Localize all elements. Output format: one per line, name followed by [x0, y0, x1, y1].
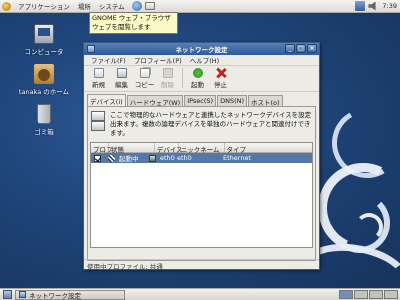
close-button[interactable]: ×: [307, 44, 317, 53]
delete-icon: [162, 68, 173, 78]
delete-button-label: 削除: [161, 81, 174, 89]
menu-help[interactable]: ヘルプ(H): [186, 55, 223, 65]
network-devices-icon: [91, 111, 105, 131]
edit-button-label: 編集: [115, 81, 128, 89]
table-header: プロフ 状態 デバイス ニックネーム タイプ: [91, 143, 313, 154]
edit-button[interactable]: 編集: [110, 68, 133, 89]
delete-button[interactable]: 削除: [156, 68, 179, 89]
workspace-switcher: [339, 290, 398, 299]
show-desktop-icon[interactable]: [3, 290, 12, 299]
tab-ipsec[interactable]: IPsec(S): [184, 95, 217, 106]
desktop-icon-home[interactable]: tanaka のホーム: [14, 64, 74, 96]
column-header-device[interactable]: デバイス: [155, 143, 183, 154]
launcher-tooltip: GNOME ウェブ・ブラウザ ウェブを閲覧します: [89, 12, 178, 34]
desktop-icon-label: ゴミ箱: [34, 128, 54, 136]
new-icon: [93, 68, 104, 78]
table-row[interactable]: 起動中 eth0 eth0 Ethernet: [91, 153, 312, 163]
tooltip-text: GNOME ウェブ・ブラウザ ウェブを閲覧します: [92, 14, 171, 31]
desktop-icon-label: tanaka のホーム: [18, 88, 70, 96]
workspace-3[interactable]: [369, 290, 383, 299]
menu-profile[interactable]: プロフィール(P): [130, 55, 186, 65]
profile-checkbox[interactable]: [94, 154, 101, 162]
mail-launcher-icon[interactable]: [144, 2, 155, 10]
taskbar-button-label: ネットワーク設定: [29, 291, 81, 300]
type-cell: Ethernet: [223, 154, 251, 162]
taskbar-button-network-settings[interactable]: ネットワーク設定: [15, 289, 125, 300]
activate-button-label: 起動: [191, 81, 204, 89]
copy-button-label: コピー: [134, 81, 155, 89]
column-header-status[interactable]: 状態: [109, 143, 155, 154]
status-cell: 起動中: [119, 155, 139, 163]
toolbar-separator: [182, 68, 183, 88]
window-titlebar[interactable]: ネットワーク設定 _ □ ×: [84, 43, 319, 55]
nickname-cell: eth0: [177, 154, 192, 162]
activate-icon: [192, 68, 203, 78]
home-folder-icon: [34, 64, 54, 84]
tab-devices[interactable]: デバイス(i): [87, 94, 126, 106]
deactivate-icon: [215, 68, 226, 78]
notification-area: 7:39: [355, 1, 397, 11]
column-header-profile[interactable]: プロフ: [91, 143, 113, 154]
menu-places[interactable]: 場所: [74, 1, 95, 11]
bottom-panel: ネットワーク設定: [0, 288, 400, 300]
gnome-foot-icon[interactable]: [2, 1, 11, 11]
devices-panel: ここで物理的なハードウェアと連携したネットワークデバイスを設定出来ます。複数の論…: [87, 106, 316, 261]
window-statusbar: 使用中プロファイル: 共通: [84, 259, 319, 271]
swirl-decoration: [355, 213, 383, 241]
device-table: プロフ 状態 デバイス ニックネーム タイプ 起動中 eth0 eth0 Eth…: [90, 142, 313, 248]
network-status-icon[interactable]: [355, 1, 366, 11]
description-text: ここで物理的なハードウェアと連携したネットワークデバイスを設定出来ます。複数の論…: [110, 111, 312, 137]
clock[interactable]: 7:39: [382, 2, 397, 10]
column-header-nickname[interactable]: ニックネーム: [179, 143, 225, 154]
tab-dns[interactable]: DNS(N): [217, 95, 248, 106]
copy-button[interactable]: コピー: [133, 68, 156, 89]
activate-button[interactable]: 起動: [186, 68, 209, 89]
menu-system[interactable]: システム: [95, 1, 129, 11]
workspace-4[interactable]: [384, 290, 398, 299]
volume-icon[interactable]: [368, 1, 376, 11]
trash-icon: [37, 104, 51, 124]
desktop-icon-trash[interactable]: ゴミ箱: [14, 104, 74, 136]
tab-bar: デバイス(i) ハードウェア(W) IPsec(S) DNS(N) ホスト(o): [84, 92, 319, 107]
web-browser-launcher-icon[interactable]: [131, 1, 142, 11]
maximize-button[interactable]: □: [296, 44, 306, 53]
minimize-button[interactable]: _: [285, 44, 295, 53]
column-header-type[interactable]: タイプ: [225, 143, 313, 154]
desktop-icon-label: コンピュータ: [24, 48, 64, 56]
new-button[interactable]: 新規: [87, 68, 110, 89]
computer-icon: [34, 24, 54, 44]
device-cell: eth0: [160, 154, 175, 162]
tab-hosts[interactable]: ホスト(o): [248, 95, 283, 107]
copy-icon: [139, 68, 150, 78]
workspace-1[interactable]: [339, 290, 353, 299]
new-button-label: 新規: [92, 81, 105, 89]
menu-file[interactable]: ファイル(F): [87, 55, 130, 65]
window-app-icon: [87, 45, 95, 53]
description-area: ここで物理的なハードウェアと連携したネットワークデバイスを設定出来ます。複数の論…: [88, 107, 315, 142]
window-toolbar: 新規 編集 コピー 削除 起動 停止: [84, 66, 319, 92]
workspace-2[interactable]: [354, 290, 368, 299]
deactivate-button[interactable]: 停止: [209, 68, 232, 89]
menu-applications[interactable]: アプリケーション: [14, 1, 74, 11]
desktop-icon-computer[interactable]: コンピュータ: [14, 24, 74, 56]
active-status-icon: [108, 154, 115, 162]
window-title: ネットワーク設定: [175, 46, 228, 54]
window-menubar: ファイル(F) プロフィール(P) ヘルプ(H): [84, 55, 319, 66]
edit-icon: [116, 68, 127, 78]
top-panel: アプリケーション 場所 システム 7:39: [0, 0, 400, 13]
ethernet-device-icon: [149, 154, 156, 162]
tab-hardware[interactable]: ハードウェア(W): [126, 95, 184, 107]
network-settings-task-icon: [19, 291, 26, 298]
deactivate-button-label: 停止: [214, 81, 227, 89]
network-settings-window: ネットワーク設定 _ □ × ファイル(F) プロフィール(P) ヘルプ(H) …: [83, 42, 320, 271]
